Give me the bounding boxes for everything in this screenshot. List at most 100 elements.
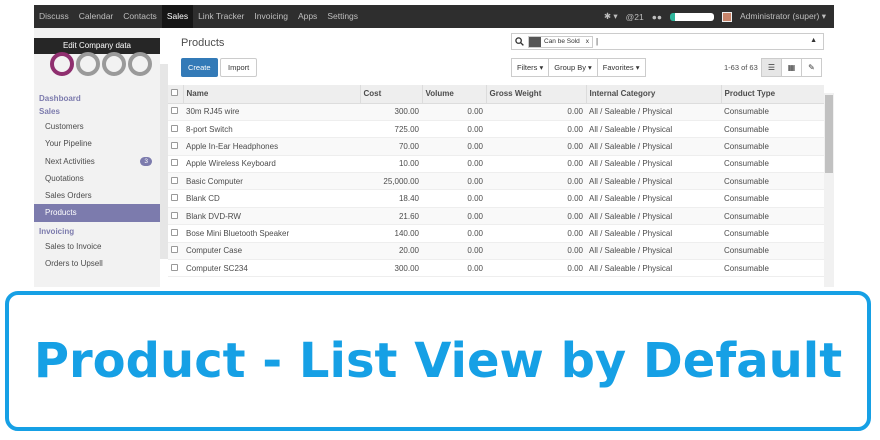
sidebar-scrollbar[interactable] <box>160 64 168 259</box>
table-row[interactable]: Bose Mini Bluetooth Speaker 140.00 0.00 0.0… <box>168 224 824 243</box>
search-bar[interactable]: Can be Sold x | ▲ <box>511 33 824 50</box>
sidebar-item-quotations[interactable]: Quotations <box>34 170 160 187</box>
row-checkbox-cell <box>168 224 183 243</box>
top-menu-link-tracker[interactable]: Link Tracker <box>193 5 249 28</box>
cell-name: Bose Mini Bluetooth Speaker <box>183 224 360 243</box>
table-row[interactable]: Apple In-Ear Headphones 70.00 0.00 0.00 All … <box>168 137 824 156</box>
row-checkbox-cell <box>168 242 183 261</box>
cell-volume: 0.00 <box>422 207 486 226</box>
sidebar-item-sales-orders[interactable]: Sales Orders <box>34 187 160 204</box>
column-header-cost[interactable]: Cost <box>360 85 423 104</box>
cell-name: Blank CD <box>183 189 360 208</box>
facet-value: Can be Sold <box>544 38 580 45</box>
cell-cost: 300.00 <box>360 259 422 278</box>
row-checkbox-cell <box>168 137 183 156</box>
select-all-checkbox[interactable] <box>171 89 178 97</box>
list-scrollbar[interactable] <box>824 93 834 287</box>
sidebar-item-orders-to-upsell[interactable]: Orders to Upsell <box>34 255 160 272</box>
row-checkbox-cell <box>168 103 183 121</box>
kanban-view-icon[interactable]: ▦ <box>781 58 802 77</box>
search-options-toggle[interactable]: ▲ <box>810 37 817 44</box>
top-menu-settings[interactable]: Settings <box>322 5 363 28</box>
sidebar-item-label: Orders to Upsell <box>45 259 103 269</box>
table-row[interactable]: Blank CD 18.40 0.00 0.00 All / Saleable / Ph… <box>168 189 824 208</box>
caption-banner: Product - List View by Default <box>5 291 871 431</box>
edit-icon[interactable]: ✎ <box>801 58 822 77</box>
row-checkbox[interactable] <box>171 246 178 254</box>
column-header-volume[interactable]: Volume <box>422 85 487 104</box>
top-menu-sales[interactable]: Sales <box>161 5 194 28</box>
column-header-name[interactable]: Name <box>183 85 361 104</box>
select-all-checkbox-cell <box>168 85 184 104</box>
filters-dropdown[interactable]: Filters ▾ <box>511 58 550 77</box>
pager[interactable]: 1-63 of 63 <box>724 63 758 72</box>
row-checkbox[interactable] <box>171 176 178 184</box>
row-checkbox[interactable] <box>171 263 178 271</box>
sidebar-section-invoicing[interactable]: Invoicing <box>34 225 160 238</box>
cell-product-type: Consumable <box>721 172 824 191</box>
cell-name: Computer Case <box>183 242 360 261</box>
table-row[interactable]: 30m RJ45 wire 300.00 0.00 0.00 All / Saleabl… <box>168 103 824 121</box>
cell-internal-category: All / Saleable / Physical <box>586 172 721 191</box>
column-header-internal-category[interactable]: Internal Category <box>586 85 722 104</box>
sidebar-item-your-pipeline[interactable]: Your Pipeline <box>34 135 160 152</box>
mentions-indicator[interactable]: @21 <box>626 12 644 22</box>
list-view-icon[interactable]: ☰ <box>761 58 782 77</box>
bug-icon[interactable]: ✱ ▾ <box>604 11 618 22</box>
row-checkbox[interactable] <box>171 194 178 202</box>
sidebar-item-customers[interactable]: Customers <box>34 118 160 135</box>
cell-volume: 0.00 <box>422 103 486 121</box>
cell-name: 8-port Switch <box>183 120 360 139</box>
user-menu[interactable]: Administrator (super) ▾ <box>740 11 826 22</box>
row-checkbox[interactable] <box>171 107 178 115</box>
row-checkbox[interactable] <box>171 141 178 149</box>
row-checkbox[interactable] <box>171 159 178 167</box>
sidebar-item-label: Products <box>45 208 77 218</box>
cell-product-type: Consumable <box>721 103 824 121</box>
sidebar-item-products[interactable]: Products <box>34 204 160 222</box>
breadcrumb[interactable]: Products <box>181 37 224 49</box>
chat-icon[interactable]: ●● <box>652 12 662 22</box>
top-menu-calendar[interactable]: Calendar <box>74 5 119 28</box>
table-header: Name Cost Volume Gross Weight Internal Categ… <box>168 85 824 104</box>
top-menu-contacts[interactable]: Contacts <box>118 5 162 28</box>
top-menu-apps[interactable]: Apps <box>293 5 322 28</box>
top-menu-discuss[interactable]: Discuss <box>34 5 74 28</box>
sidebar-section-dashboard[interactable]: Dashboard <box>34 92 160 105</box>
top-menu-invoicing[interactable]: Invoicing <box>249 5 293 28</box>
row-checkbox-cell <box>168 172 183 191</box>
row-checkbox[interactable] <box>171 124 178 132</box>
row-checkbox-cell <box>168 207 183 226</box>
cell-internal-category: All / Saleable / Physical <box>586 120 721 139</box>
table-row[interactable]: Computer SC234 300.00 0.00 0.00 All / Saleab… <box>168 259 824 278</box>
control-panel: Products Create Import Can be Sold x | ▲… <box>174 28 834 82</box>
cell-name: Apple In-Ear Headphones <box>183 137 360 156</box>
sidebar-item-next-activities[interactable]: Next Activities 3 <box>34 153 160 170</box>
cell-internal-category: All / Saleable / Physical <box>586 259 721 278</box>
sidebar-item-sales-to-invoice[interactable]: Sales to Invoice <box>34 238 160 255</box>
counter-badge: 3 <box>140 156 152 166</box>
cell-product-type: Consumable <box>721 242 824 261</box>
favorites-dropdown[interactable]: Favorites ▾ <box>596 58 646 77</box>
cell-volume: 0.00 <box>422 189 486 208</box>
table-row[interactable]: Blank DVD-RW 21.60 0.00 0.00 All / Saleable … <box>168 207 824 226</box>
table-row[interactable]: Computer Case 20.00 0.00 0.00 All / Saleable… <box>168 242 824 261</box>
row-checkbox[interactable] <box>171 228 178 236</box>
cell-internal-category: All / Saleable / Physical <box>586 137 721 156</box>
create-button[interactable]: Create <box>181 58 218 77</box>
table-row[interactable]: 8-port Switch 725.00 0.00 0.00 All / Saleabl… <box>168 120 824 139</box>
sidebar-menu: Dashboard Sales Customers Your Pipeline Next… <box>34 92 160 272</box>
cell-product-type: Consumable <box>721 259 824 278</box>
search-input[interactable]: | <box>596 37 598 46</box>
column-header-product-type[interactable]: Product Type <box>721 85 824 104</box>
sidebar-section-sales[interactable]: Sales <box>34 105 160 118</box>
cell-cost: 20.00 <box>360 242 422 261</box>
import-button[interactable]: Import <box>220 58 258 77</box>
facet-remove[interactable]: x <box>583 38 592 45</box>
sidebar-item-label: Sales to Invoice <box>45 241 102 251</box>
table-row[interactable]: Apple Wireless Keyboard 10.00 0.00 0.00 All … <box>168 155 824 174</box>
group-by-dropdown[interactable]: Group By ▾ <box>548 58 598 77</box>
table-row[interactable]: Basic Computer 25,000.00 0.00 0.00 All / Sal… <box>168 172 824 191</box>
row-checkbox[interactable] <box>171 211 178 219</box>
column-header-gross-weight[interactable]: Gross Weight <box>486 85 587 104</box>
